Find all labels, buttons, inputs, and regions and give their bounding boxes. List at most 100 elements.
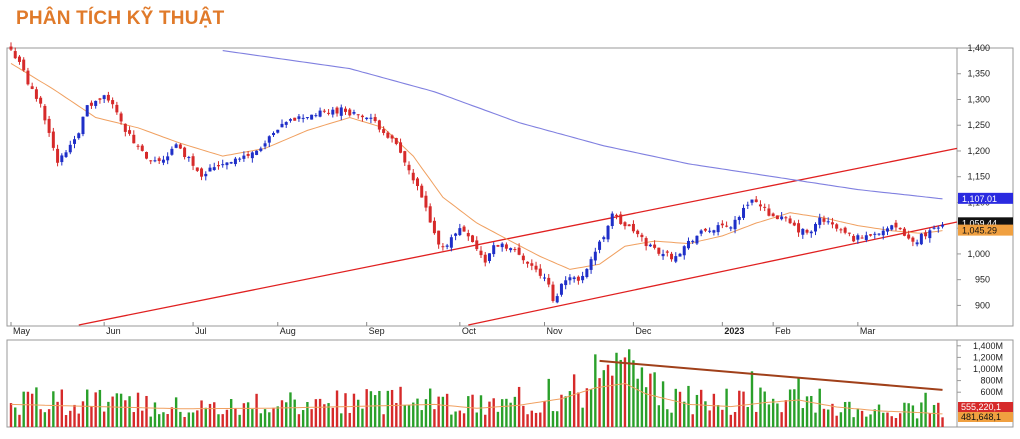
volume-bar-up [640, 367, 644, 427]
volume-bar-down [310, 409, 313, 427]
up-candle [102, 95, 106, 100]
volume-bar-up [340, 413, 343, 427]
volume-bar-up [750, 371, 754, 427]
down-candle [576, 276, 580, 281]
volume-bar-up [378, 390, 381, 427]
down-candle [466, 232, 470, 237]
volume-bar-down [941, 417, 944, 427]
up-candle [331, 109, 335, 115]
volume-bar-up [827, 409, 830, 427]
down-candle [830, 222, 834, 225]
up-candle [885, 228, 889, 232]
x-tick-label: May [13, 326, 31, 336]
volume-bar-down [9, 403, 13, 427]
up-candle [780, 216, 784, 220]
volume-bar-up [716, 404, 720, 427]
volume-bar-down [73, 404, 76, 427]
volume-bar-down [437, 396, 440, 427]
volume-tick-label: 1,400M [973, 341, 1003, 351]
down-candle [183, 147, 187, 158]
volume-bar-up [556, 411, 559, 427]
down-candle [123, 123, 127, 132]
down-candle [538, 268, 542, 276]
volume-bar-down [272, 407, 275, 427]
up-candle [809, 231, 813, 234]
volume-bar-up [301, 410, 305, 427]
volume-bar-down [234, 408, 237, 427]
volume-bar-down [517, 386, 521, 427]
volume-bar-down [539, 412, 542, 427]
volume-bar-up [788, 389, 792, 427]
up-candle [572, 277, 576, 280]
down-candle [530, 263, 534, 266]
volume-bar-down [784, 400, 788, 427]
volume-bar-up [932, 404, 936, 427]
up-candle [941, 224, 945, 227]
up-candle [68, 144, 72, 153]
down-candle [13, 51, 17, 59]
up-candle [73, 139, 77, 144]
x-tick-label: Sep [369, 326, 385, 336]
price-tick-label: 1,400 [967, 43, 990, 53]
down-candle [415, 178, 419, 187]
volume-bar-down [18, 414, 21, 427]
up-candle [686, 240, 690, 249]
down-candle [483, 254, 487, 263]
down-candle [140, 145, 144, 151]
volume-last-value-label: 481,648,1 [961, 412, 1001, 422]
volume-bar-up [632, 360, 635, 427]
volume-bar-down [395, 402, 398, 427]
down-candle [403, 151, 407, 163]
down-candle [216, 165, 220, 167]
up-candle [564, 280, 568, 286]
volume-bar-up [907, 403, 910, 427]
up-candle [695, 235, 699, 244]
volume-bar-up [513, 396, 517, 427]
volume-bar-up [903, 402, 906, 427]
last-value-label: 1,107.01 [962, 194, 997, 204]
volume-bar-down [831, 403, 834, 427]
up-candle [170, 148, 174, 155]
down-candle [725, 225, 729, 227]
volume-bar-down [318, 398, 322, 427]
volume-bar-up [843, 401, 847, 427]
up-candle [746, 204, 750, 206]
volume-tick-label: 1,200M [973, 352, 1003, 362]
up-candle [174, 144, 178, 148]
up-candle [60, 155, 64, 163]
volume-bar-down [534, 412, 538, 427]
down-candle [551, 284, 555, 301]
up-candle [161, 159, 165, 163]
volume-bar-down [708, 410, 711, 427]
volume-bar-up [920, 402, 923, 427]
up-candle [877, 233, 881, 235]
up-candle [365, 117, 369, 120]
volume-bar-up [814, 412, 817, 427]
volume-tick-label: 600M [980, 387, 1003, 397]
volume-bar-down [458, 410, 462, 427]
volume-bar-up [496, 411, 500, 427]
down-candle [720, 223, 724, 226]
up-candle [492, 245, 496, 255]
up-candle [856, 235, 860, 240]
down-candle [619, 214, 623, 224]
volume-bar-down [471, 394, 474, 427]
volume-bar-up [661, 381, 665, 427]
down-candle [424, 195, 428, 208]
volume-bar-up [428, 388, 432, 427]
volume-bar-up [653, 372, 656, 427]
down-candle [144, 151, 148, 159]
volume-bar-down [445, 393, 449, 427]
volume-bar-down [141, 410, 144, 427]
up-candle [712, 230, 716, 233]
up-candle [674, 256, 678, 262]
down-candle [852, 235, 856, 242]
volume-bar-up [119, 393, 123, 427]
volume-bar-up [259, 413, 263, 427]
volume-bar-down [47, 409, 51, 427]
volume-bar-up [670, 412, 673, 427]
volume-bar-up [818, 388, 821, 427]
down-candle [496, 245, 500, 247]
down-candle [377, 120, 381, 130]
volume-bar-up [877, 404, 881, 427]
